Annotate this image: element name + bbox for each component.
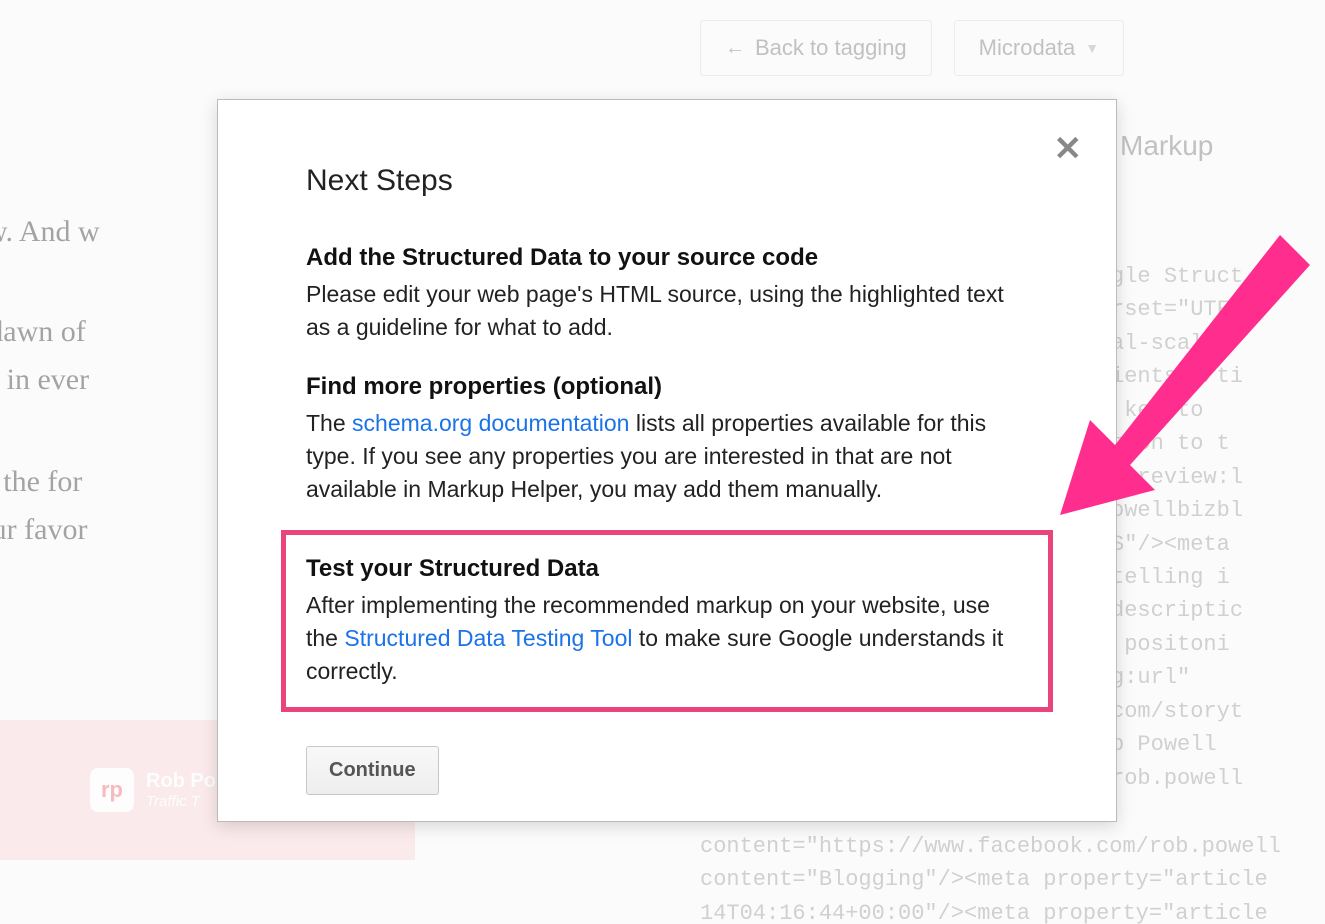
schema-org-link[interactable]: schema.org documentation [352,410,629,436]
section-body: The schema.org documentation lists all p… [306,407,1028,505]
section-heading: Add the Structured Data to your source c… [306,244,1028,272]
highlighted-section: Test your Structured Data After implemen… [281,530,1053,712]
section-find-more-properties: Find more properties (optional) The sche… [306,373,1028,505]
section-body: Please edit your web page's HTML source,… [306,278,1028,343]
section-heading: Find more properties (optional) [306,373,1028,401]
section-heading: Test your Structured Data [306,555,1028,583]
section-add-structured-data: Add the Structured Data to your source c… [306,244,1028,343]
testing-tool-link[interactable]: Structured Data Testing Tool [344,625,632,651]
continue-button[interactable]: Continue [306,746,439,795]
section-test-structured-data: Test your Structured Data After implemen… [306,555,1028,687]
section-text: The [306,410,352,436]
close-icon[interactable]: ✕ [1054,132,1083,166]
section-body: After implementing the recommended marku… [306,589,1028,687]
next-steps-dialog: ✕ Next Steps Add the Structured Data to … [217,99,1117,822]
dialog-title: Next Steps [306,164,1028,198]
